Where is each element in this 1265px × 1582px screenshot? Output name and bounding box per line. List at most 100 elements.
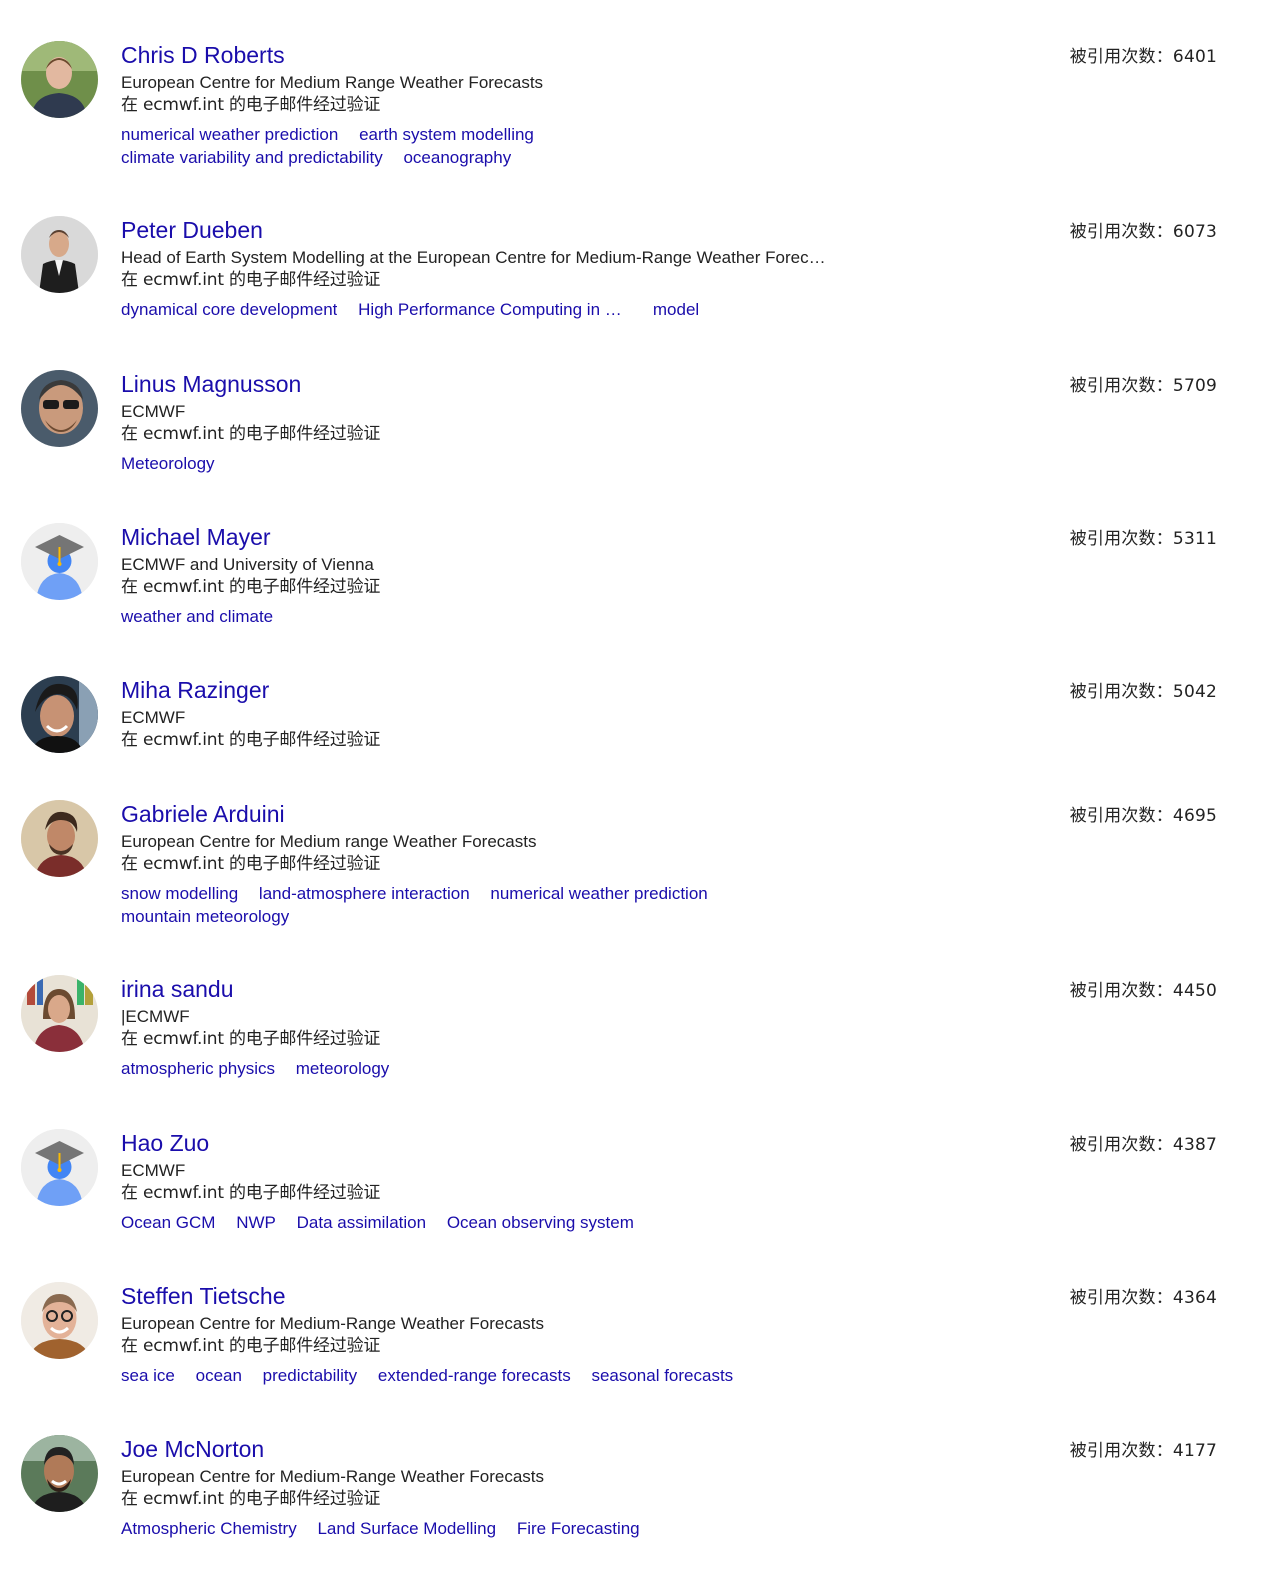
affiliation: European Centre for Medium-Range Weather… (121, 1467, 544, 1486)
cited-by-count: 被引用次数：6401 (1069, 47, 1217, 67)
author-name-link[interactable]: Peter Dueben (121, 216, 841, 244)
interests: snow modelling land-atmosphere interacti… (121, 883, 781, 928)
interest-link[interactable]: Data assimilation (297, 1212, 426, 1235)
affiliation: European Centre for Medium Range Weather… (121, 73, 544, 92)
interest-link[interactable]: meteorology (296, 1058, 390, 1081)
profile-info: Miha Razinger ECMWF 在 ecmwf.int 的电子邮件经过验… (121, 676, 841, 751)
profile-photo (21, 975, 98, 1052)
avatar[interactable] (21, 1129, 98, 1206)
author-name-link[interactable]: Linus Magnusson (121, 370, 841, 398)
cited-by-count: 被引用次数：6073 (1069, 222, 1217, 242)
profile-info: Joe McNorton European Centre for Medium-… (121, 1435, 841, 1541)
interest-link[interactable]: oceanography (403, 147, 511, 170)
interest-link[interactable]: Land Surface Modelling (317, 1518, 496, 1541)
author-name-link[interactable]: irina sandu (121, 975, 841, 1003)
profile-photo (21, 1435, 98, 1512)
default-avatar-icon (21, 523, 98, 600)
verified-email: 在 ecmwf.int 的电子邮件经过验证 (121, 1029, 381, 1049)
author-name-link[interactable]: Joe McNorton (121, 1435, 841, 1463)
interests: Atmospheric Chemistry Land Surface Model… (121, 1518, 841, 1541)
interest-link[interactable]: High Performance Computing in weather an… (358, 299, 632, 322)
interest-link[interactable]: weather and climate (121, 606, 273, 629)
interest-link[interactable]: climate variability and predictability (121, 147, 383, 170)
cited-by-count: 被引用次数：4695 (1069, 806, 1217, 826)
profile-list: Chris D Roberts European Centre for Medi… (0, 0, 1265, 1582)
cited-by-count: 被引用次数：5709 (1069, 376, 1217, 396)
profile-info: Peter Dueben Head of Earth System Modell… (121, 216, 841, 322)
interest-link[interactable]: atmospheric physics (121, 1058, 275, 1081)
cited-by-count: 被引用次数：4177 (1069, 1441, 1217, 1461)
interest-link[interactable]: numerical weather prediction (490, 883, 707, 906)
interest-link[interactable]: mountain meteorology (121, 906, 289, 929)
interests: atmospheric physics meteorology (121, 1058, 761, 1081)
profile-info: Michael Mayer ECMWF and University of Vi… (121, 523, 841, 629)
avatar[interactable] (21, 975, 98, 1052)
interest-link[interactable]: NWP (236, 1212, 276, 1235)
author-name-link[interactable]: Miha Razinger (121, 676, 841, 704)
interests: sea ice ocean predictability extended-ra… (121, 1365, 841, 1388)
cited-by-count: 被引用次数：5042 (1069, 682, 1217, 702)
interest-link[interactable]: Meteorology (121, 453, 215, 476)
interest-link[interactable]: seasonal forecasts (591, 1365, 733, 1388)
verified-email: 在 ecmwf.int 的电子邮件经过验证 (121, 1183, 381, 1203)
profile-info: Steffen Tietsche European Centre for Med… (121, 1282, 841, 1388)
avatar[interactable] (21, 676, 98, 753)
affiliation: ECMWF and University of Vienna (121, 555, 374, 574)
interests: dynamical core development High Performa… (121, 299, 841, 322)
verified-email: 在 ecmwf.int 的电子邮件经过验证 (121, 577, 381, 597)
avatar[interactable] (21, 1282, 98, 1359)
affiliation: |ECMWF (121, 1007, 190, 1026)
cited-by-count: 被引用次数：4450 (1069, 981, 1217, 1001)
default-avatar-icon (21, 1129, 98, 1206)
profile-photo (21, 800, 98, 877)
author-name-link[interactable]: Chris D Roberts (121, 41, 841, 69)
author-name-link[interactable]: Michael Mayer (121, 523, 841, 551)
affiliation: ECMWF (121, 1161, 186, 1180)
avatar[interactable] (21, 216, 98, 293)
affiliation: Head of Earth System Modelling at the Eu… (121, 248, 826, 267)
interests: Meteorology (121, 453, 761, 476)
interest-link[interactable]: Atmospheric Chemistry (121, 1518, 297, 1541)
interest-link[interactable]: extended-range forecasts (378, 1365, 571, 1388)
interest-link[interactable]: sea ice (121, 1365, 175, 1388)
avatar[interactable] (21, 41, 98, 118)
avatar[interactable] (21, 370, 98, 447)
author-name-link[interactable]: Gabriele Arduini (121, 800, 841, 828)
interest-link[interactable]: snow modelling (121, 883, 238, 906)
interest-link[interactable]: Fire Forecasting (517, 1518, 640, 1541)
profile-photo (21, 41, 98, 118)
interest-link[interactable]: Ocean observing system (447, 1212, 634, 1235)
verified-email: 在 ecmwf.int 的电子邮件经过验证 (121, 1336, 381, 1356)
interest-link[interactable]: ocean (196, 1365, 242, 1388)
avatar[interactable] (21, 1435, 98, 1512)
profile-info: irina sandu |ECMWF 在 ecmwf.int 的电子邮件经过验证… (121, 975, 841, 1081)
interest-link[interactable]: model (653, 299, 699, 322)
profile-info: Linus Magnusson ECMWF 在 ecmwf.int 的电子邮件经… (121, 370, 841, 476)
interest-link[interactable]: predictability (263, 1365, 358, 1388)
verified-email: 在 ecmwf.int 的电子邮件经过验证 (121, 854, 381, 874)
cited-by-count: 被引用次数：5311 (1069, 529, 1217, 549)
affiliation: European Centre for Medium-Range Weather… (121, 1314, 544, 1333)
interest-link[interactable]: earth system modelling (359, 124, 534, 147)
interests: weather and climate (121, 606, 761, 629)
profile-info: Chris D Roberts European Centre for Medi… (121, 41, 841, 169)
profile-photo (21, 216, 98, 293)
interest-link[interactable]: Ocean GCM (121, 1212, 215, 1235)
interest-link[interactable]: dynamical core development (121, 299, 337, 322)
verified-email: 在 ecmwf.int 的电子邮件经过验证 (121, 730, 381, 750)
interests: Ocean GCM NWP Data assimilation Ocean ob… (121, 1212, 841, 1235)
author-name-link[interactable]: Hao Zuo (121, 1129, 841, 1157)
profile-info: Hao Zuo ECMWF 在 ecmwf.int 的电子邮件经过验证 Ocea… (121, 1129, 841, 1235)
avatar[interactable] (21, 523, 98, 600)
interests: numerical weather prediction earth syste… (121, 124, 761, 169)
verified-email: 在 ecmwf.int 的电子邮件经过验证 (121, 424, 381, 444)
interest-link[interactable]: numerical weather prediction (121, 124, 338, 147)
interest-link[interactable]: land-atmosphere interaction (259, 883, 470, 906)
affiliation: ECMWF (121, 708, 186, 727)
profile-photo (21, 370, 98, 447)
author-name-link[interactable]: Steffen Tietsche (121, 1282, 841, 1310)
avatar[interactable] (21, 800, 98, 877)
verified-email: 在 ecmwf.int 的电子邮件经过验证 (121, 95, 381, 115)
profile-photo (21, 676, 98, 753)
cited-by-count: 被引用次数：4387 (1069, 1135, 1217, 1155)
